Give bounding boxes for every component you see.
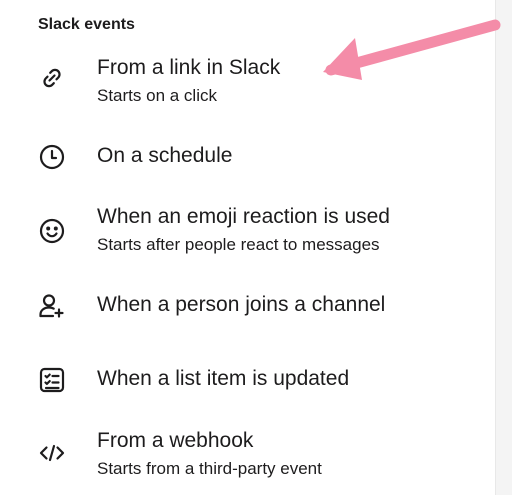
event-title: When a list item is updated xyxy=(97,367,350,390)
link-icon xyxy=(36,62,68,94)
event-title: On a schedule xyxy=(97,144,233,167)
event-emoji-reaction[interactable]: When an emoji reaction is used Starts af… xyxy=(26,204,466,258)
event-on-schedule[interactable]: On a schedule xyxy=(26,141,466,173)
event-title: From a webhook xyxy=(97,429,254,452)
event-title: When a person joins a channel xyxy=(97,293,386,316)
event-subtitle: Starts after people react to messages xyxy=(97,235,380,254)
scrollbar-track[interactable] xyxy=(495,0,512,495)
event-from-link[interactable]: From a link in Slack Starts on a click xyxy=(26,55,466,109)
event-subtitle: Starts from a third-party event xyxy=(97,459,322,478)
event-subtitle: Starts on a click xyxy=(97,86,217,105)
code-icon xyxy=(36,437,68,469)
event-from-webhook[interactable]: From a webhook Starts from a third-party… xyxy=(26,428,466,482)
slack-events-panel: Slack events From a link in Slack Starts… xyxy=(0,0,512,495)
list-icon xyxy=(36,364,68,396)
emoji-icon xyxy=(36,215,68,247)
event-person-joins-channel[interactable]: When a person joins a channel xyxy=(26,290,466,322)
event-list-item-updated[interactable]: When a list item is updated xyxy=(26,364,466,396)
clock-icon xyxy=(36,141,68,173)
event-title: From a link in Slack xyxy=(97,56,281,79)
add-person-icon xyxy=(36,290,68,322)
section-title: Slack events xyxy=(38,16,135,33)
event-title: When an emoji reaction is used xyxy=(97,205,390,228)
